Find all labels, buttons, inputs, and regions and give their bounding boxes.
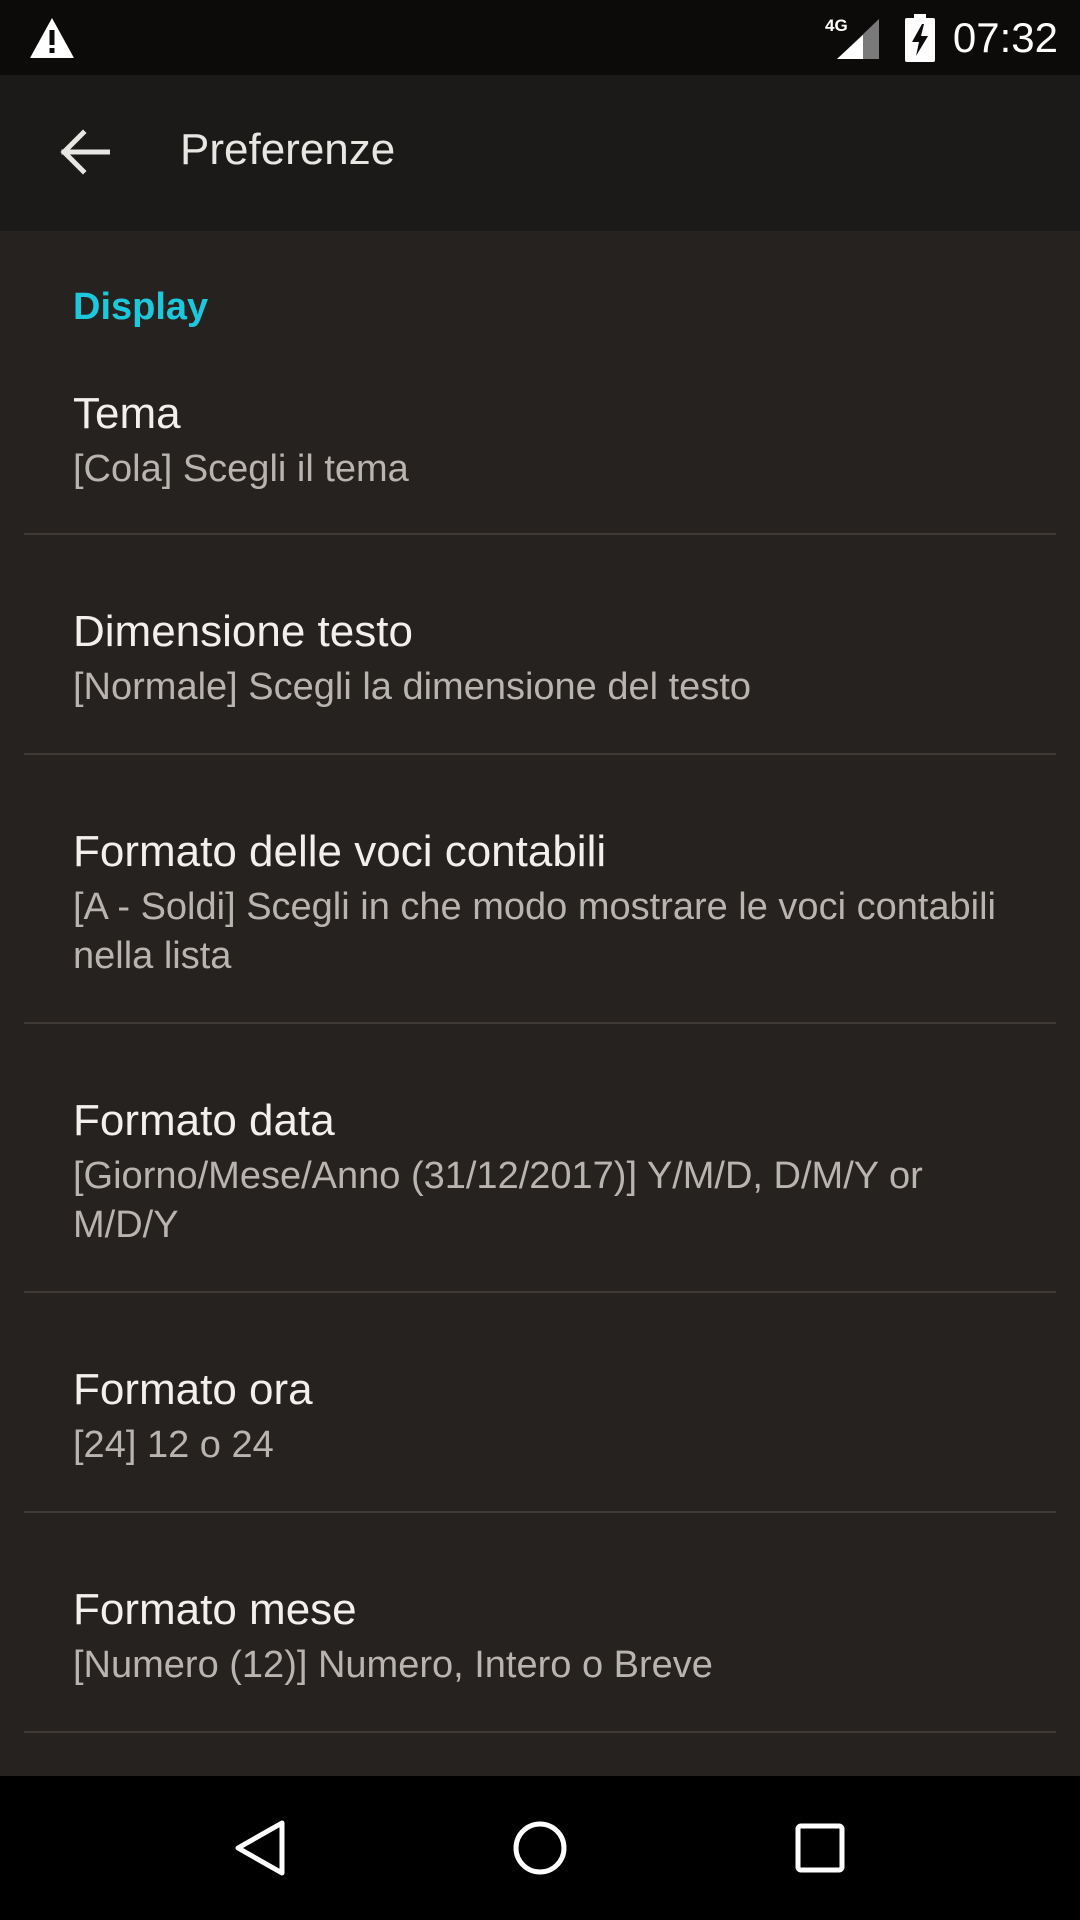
warning-icon: [30, 18, 74, 58]
back-triangle-icon: [235, 1820, 285, 1876]
pref-item-tema[interactable]: Tema [Cola] Scegli il tema: [0, 355, 1080, 535]
nav-recents-button[interactable]: [760, 1788, 880, 1908]
pref-item-formato-voci-contabili[interactable]: Formato delle voci contabili [A - Soldi]…: [0, 755, 1080, 1024]
preferences-content[interactable]: Display Tema [Cola] Scegli il tema Dimen…: [0, 231, 1080, 1776]
battery-charging-icon: [904, 13, 935, 62]
pref-title: Dimensione testo: [73, 607, 413, 656]
app-bar: Preferenze: [0, 75, 1080, 231]
network-type-label: 4G: [825, 16, 848, 35]
back-button[interactable]: [40, 112, 130, 192]
pref-summary: [Normale] Scegli la dimensione del testo: [73, 666, 752, 708]
pref-item-formato-data[interactable]: Formato data [Giorno/Mese/Anno (31/12/20…: [0, 1024, 1080, 1293]
pref-title: Tema: [73, 389, 181, 438]
pref-summary: [Cola] Scegli il tema: [73, 448, 409, 490]
pref-title: Formato delle voci contabili: [73, 827, 607, 876]
pref-item-dimensione-testo[interactable]: Dimensione testo [Normale] Scegli la dim…: [0, 535, 1080, 755]
pref-title: Formato ora: [73, 1365, 313, 1414]
page-title: Preferenze: [180, 125, 396, 174]
status-bar: 4G 07:32: [0, 0, 1080, 75]
pref-summary: [24] 12 o 24: [73, 1424, 274, 1466]
status-clock: 07:32: [952, 13, 1058, 61]
pref-item-formato-mese[interactable]: Formato mese [Numero (12)] Numero, Inter…: [0, 1513, 1080, 1733]
pref-summary: [Giorno/Mese/Anno (31/12/2017)] Y/M/D, D…: [73, 1155, 923, 1246]
recents-square-icon: [795, 1823, 845, 1873]
section-header-display: Display: [73, 286, 209, 328]
arrow-back-icon: [60, 129, 110, 175]
pref-title: Formato data: [73, 1096, 335, 1145]
divider: [24, 1731, 1056, 1733]
home-circle-icon: [513, 1821, 567, 1875]
status-icons: 4G 07:32: [823, 0, 1058, 75]
pref-summary: [A - Soldi] Scegli in che modo mostrare …: [73, 886, 996, 977]
pref-title: Formato mese: [73, 1585, 357, 1634]
nav-back-button[interactable]: [200, 1788, 320, 1908]
pref-summary: [Numero (12)] Numero, Intero o Breve: [73, 1644, 713, 1686]
preferences-list: Tema [Cola] Scegli il tema Dimensione te…: [0, 355, 1080, 1733]
pref-item-formato-ora[interactable]: Formato ora [24] 12 o 24: [0, 1293, 1080, 1513]
navigation-bar: [0, 1776, 1080, 1920]
nav-home-button[interactable]: [480, 1788, 600, 1908]
signal-icon: 4G: [825, 16, 879, 59]
